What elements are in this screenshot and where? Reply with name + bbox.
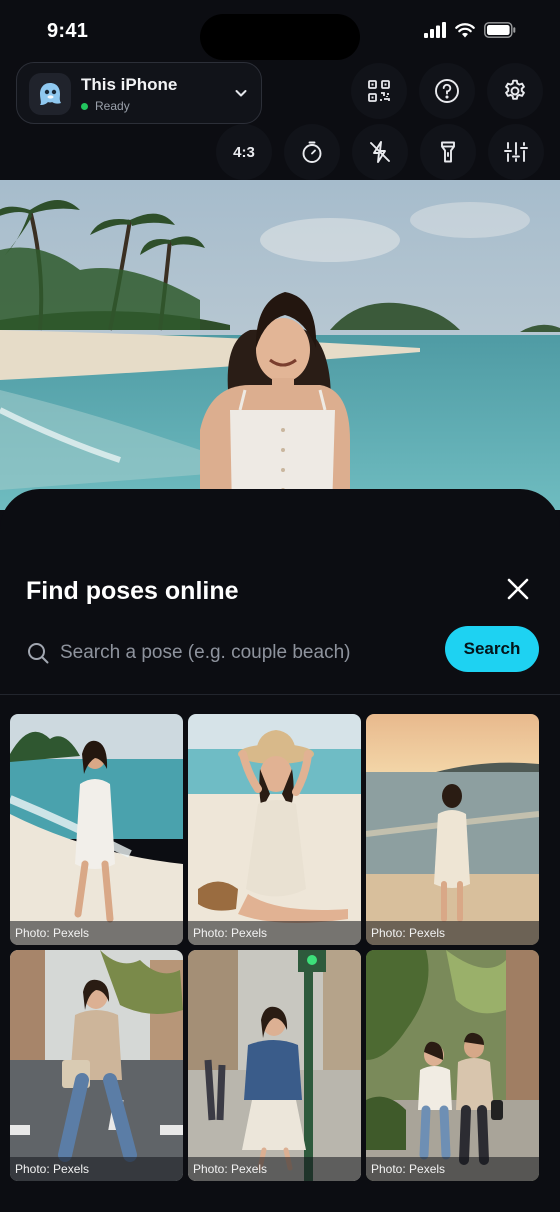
cellular-signal-icon xyxy=(424,22,446,38)
pose-result-tile[interactable]: Photo: Pexels xyxy=(188,950,361,1181)
photo-credit: Photo: Pexels xyxy=(366,1157,539,1181)
flash-off-button[interactable] xyxy=(352,124,408,180)
photo-credit: Photo: Pexels xyxy=(188,1157,361,1181)
pose-result-tile[interactable]: Photo: Pexels xyxy=(366,950,539,1181)
status-dot xyxy=(81,103,88,110)
device-avatar xyxy=(29,73,71,115)
pose-result-tile[interactable]: Photo: Pexels xyxy=(188,714,361,945)
sliders-icon xyxy=(504,142,528,162)
battery-icon xyxy=(484,22,516,38)
pose-search-input[interactable] xyxy=(60,635,430,671)
pose-thumbnail xyxy=(366,714,539,945)
gear-icon xyxy=(505,79,525,100)
pose-thumbnail xyxy=(10,714,183,945)
search-icon xyxy=(28,643,49,664)
device-selector[interactable]: This iPhone Ready xyxy=(16,62,262,124)
camera-preview[interactable] xyxy=(0,180,560,510)
status-time: 9:41 xyxy=(47,20,89,42)
dynamic-island xyxy=(200,14,360,60)
aspect-ratio-button[interactable]: 4:3 xyxy=(216,124,272,180)
search-button[interactable]: Search xyxy=(445,626,539,672)
qr-code-icon xyxy=(368,80,390,102)
pose-search-sheet: Find poses online Search Photo: Pexels xyxy=(0,489,560,1212)
pose-thumbnail xyxy=(366,950,539,1181)
timer-icon xyxy=(302,141,322,163)
timer-button[interactable] xyxy=(284,124,340,180)
photo-credit: Photo: Pexels xyxy=(10,1157,183,1181)
help-button[interactable] xyxy=(419,63,475,119)
ghost-mascot-icon xyxy=(40,83,61,105)
photo-credit: Photo: Pexels xyxy=(10,921,183,945)
sheet-title: Find poses online xyxy=(26,577,239,605)
pose-thumbnail xyxy=(188,950,361,1181)
pose-result-tile[interactable]: Photo: Pexels xyxy=(366,714,539,945)
flashlight-icon xyxy=(441,141,455,163)
pose-thumbnail xyxy=(10,950,183,1181)
flashlight-button[interactable] xyxy=(420,124,476,180)
pose-result-tile[interactable]: Photo: Pexels xyxy=(10,950,183,1181)
pose-result-tile[interactable]: Photo: Pexels xyxy=(10,714,183,945)
device-name: This iPhone xyxy=(81,75,178,94)
settings-button[interactable] xyxy=(487,63,543,119)
status-bar: 9:41 xyxy=(0,0,560,62)
reference-photo xyxy=(0,180,560,510)
help-icon xyxy=(435,79,459,103)
aspect-ratio-label: 4:3 xyxy=(233,143,255,161)
photo-credit: Photo: Pexels xyxy=(366,921,539,945)
device-status: Ready xyxy=(95,99,130,113)
adjustments-button[interactable] xyxy=(488,124,544,180)
flash-off-icon xyxy=(370,141,390,163)
qr-code-button[interactable] xyxy=(351,63,407,119)
chevron-down-icon xyxy=(235,90,247,97)
divider xyxy=(0,694,560,695)
wifi-icon xyxy=(455,22,475,37)
pose-thumbnail xyxy=(188,714,361,945)
close-icon[interactable] xyxy=(502,573,534,605)
photo-credit: Photo: Pexels xyxy=(188,921,361,945)
